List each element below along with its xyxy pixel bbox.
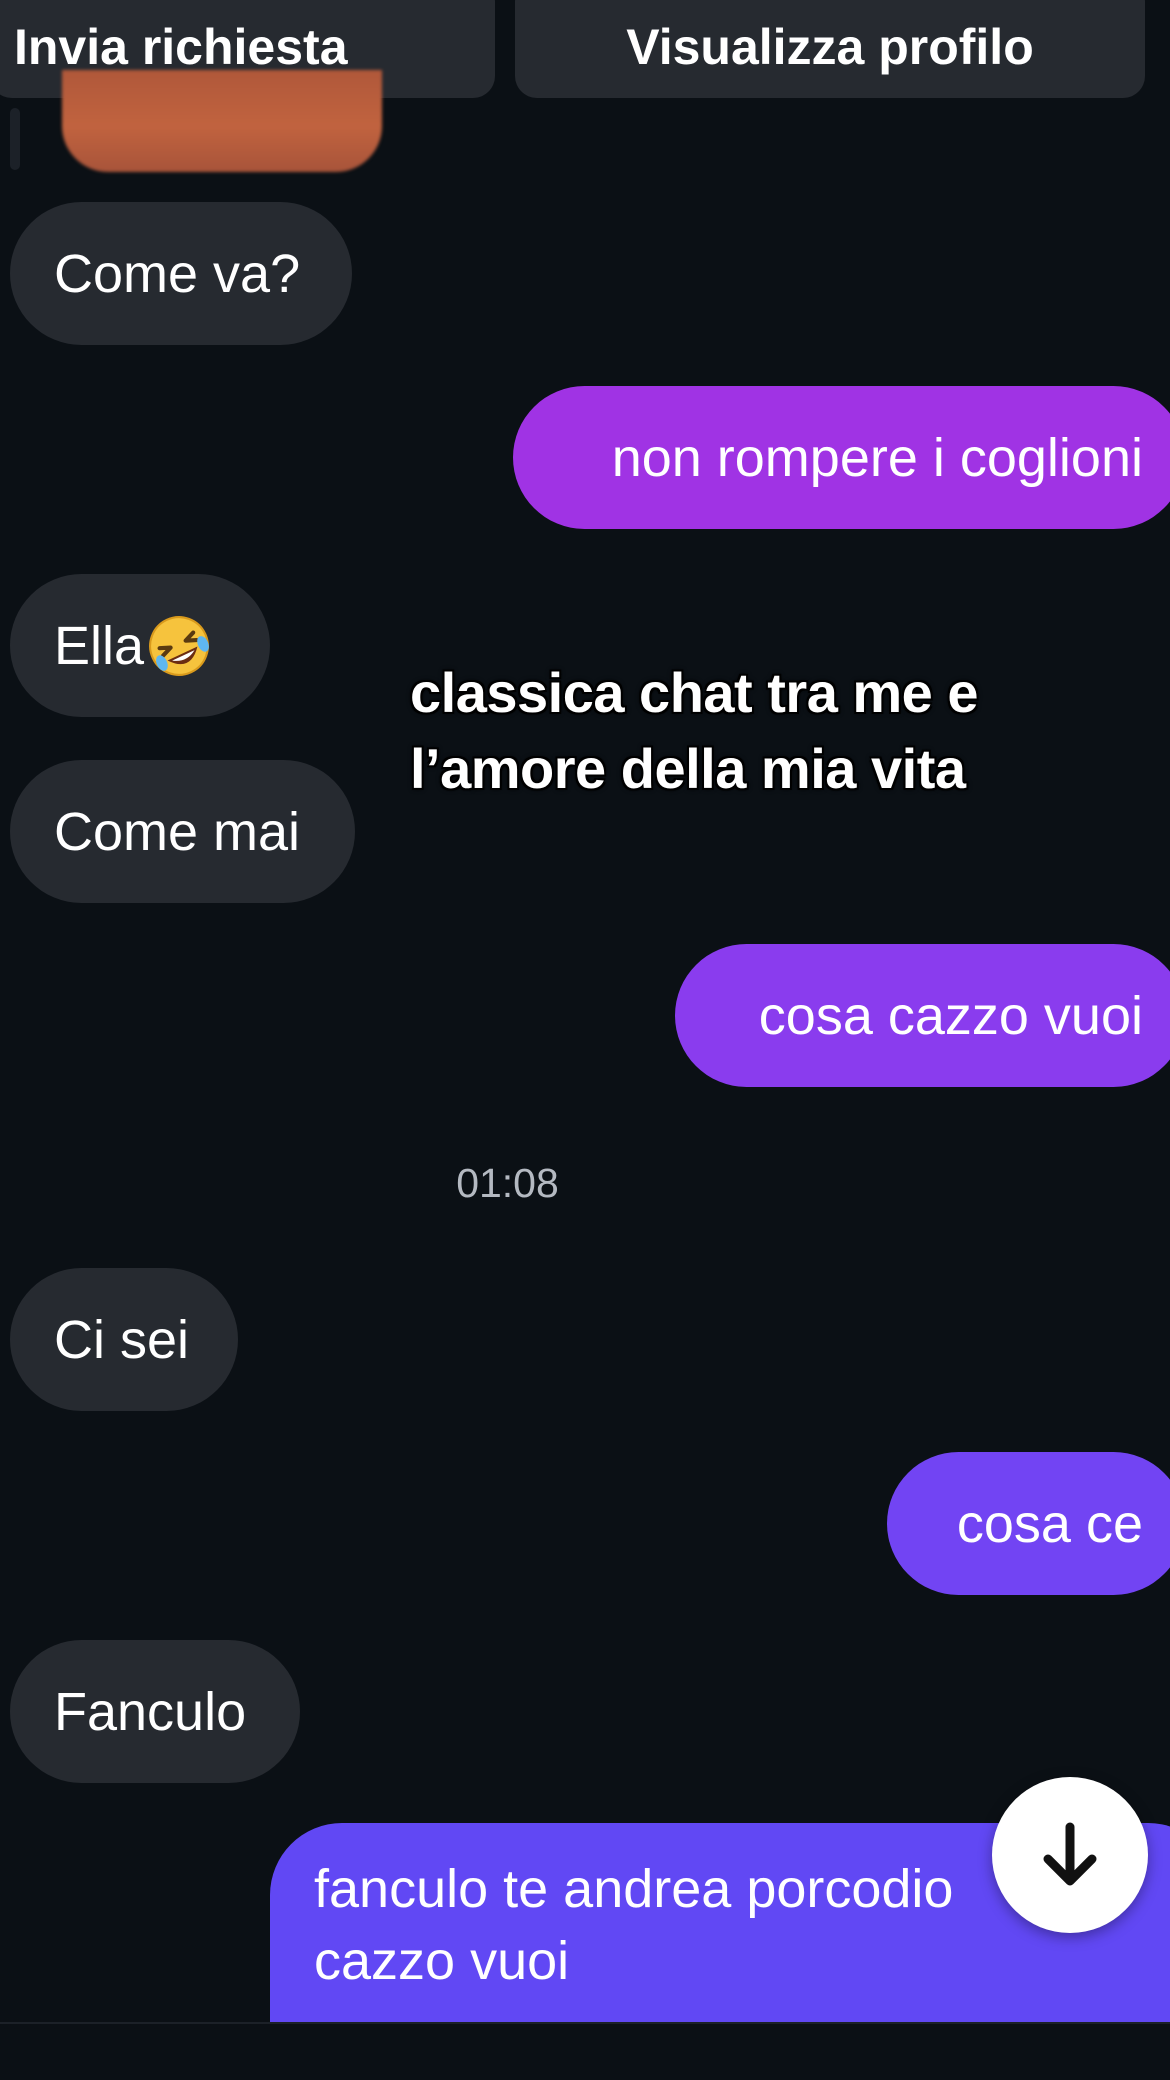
message-text: non rompere i coglioni [611,427,1143,488]
message-text: Ci sei [54,1309,190,1370]
caption-overlay: classica chat tra me e l’amore della mia… [410,655,1050,807]
send-request-label: Invia richiesta [14,19,348,75]
message-rail [10,108,20,170]
message-outgoing[interactable]: cosa cazzo vuoi [675,944,1170,1087]
view-profile-label: Visualizza profilo [626,19,1034,75]
message-incoming[interactable]: Fanculo [10,1640,300,1783]
message-text: Come mai [54,801,301,862]
message-outgoing[interactable]: non rompere i coglioni [513,386,1170,529]
message-text: Come va? [54,243,301,304]
message-incoming[interactable]: Ci sei [10,1268,238,1411]
arrow-down-icon [1043,1822,1097,1886]
message-incoming[interactable]: Come mai [10,760,355,903]
composer-area [0,2022,1170,2080]
message-text: Ella [54,615,145,676]
message-outgoing[interactable]: cosa ce [887,1452,1170,1595]
media-thumbnail[interactable] [62,70,382,172]
message-text-line: cazzo vuoi [314,1931,570,1991]
message-text: cosa ce [956,1493,1143,1554]
caption-line: l’amore della mia vita [410,737,966,800]
message-timestamp: 01:08 [456,1160,559,1206]
message-incoming[interactable]: Come va? [10,202,352,345]
rolling-on-floor-laughing-emoji-icon [149,615,209,676]
message-text: Fanculo [54,1681,247,1742]
view-profile-button[interactable]: Visualizza profilo [515,0,1145,98]
message-incoming[interactable]: Ella [10,574,270,717]
scroll-to-bottom-button[interactable] [992,1777,1148,1933]
caption-line: classica chat tra me e [410,661,979,724]
chat-screen: Invia richiesta Visualizza profilo Come … [0,0,1170,2080]
message-text: cosa cazzo vuoi [758,985,1143,1046]
